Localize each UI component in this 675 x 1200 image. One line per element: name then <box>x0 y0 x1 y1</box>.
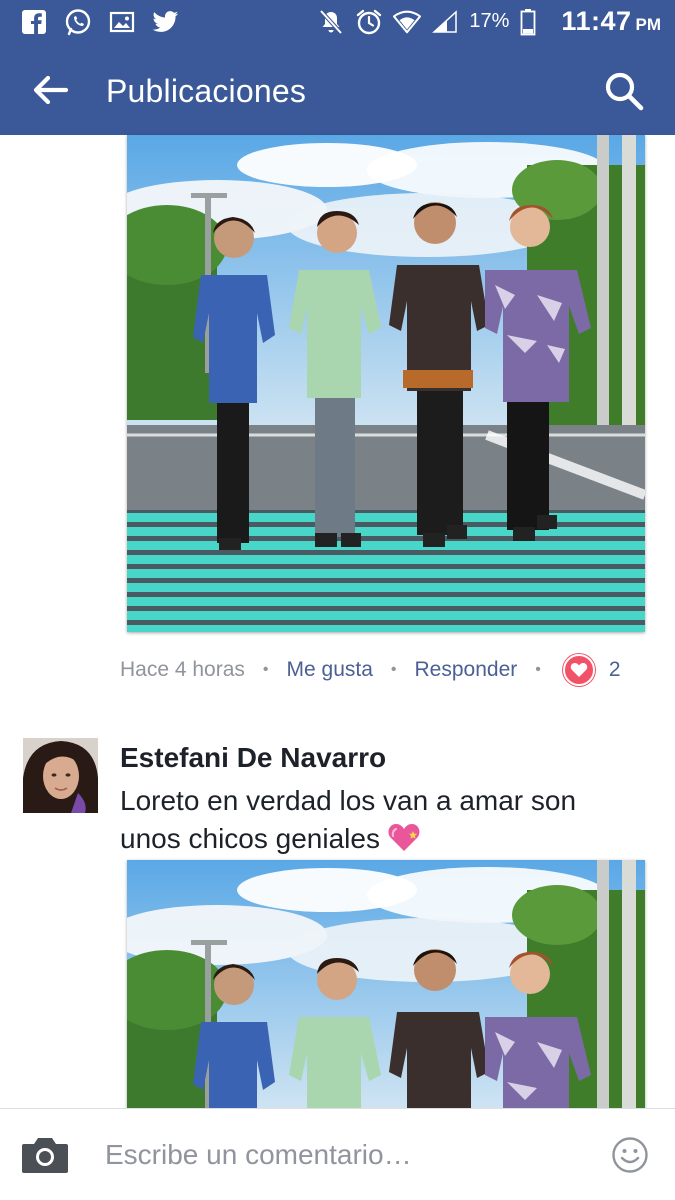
signal-icon <box>431 8 459 36</box>
comment-photo[interactable] <box>127 860 645 1110</box>
separator-dot: • <box>262 661 269 678</box>
comment-composer <box>0 1108 675 1200</box>
clock-ampm: PM <box>635 15 662 34</box>
facebook-icon <box>20 8 48 36</box>
heart-reaction-icon[interactable] <box>562 654 595 686</box>
status-notification-icons <box>20 8 180 36</box>
comment-body: Loreto en verdad los van a amar son unos… <box>120 782 640 862</box>
mute-bell-icon <box>317 8 345 36</box>
like-link[interactable]: Me gusta <box>287 658 373 682</box>
status-bar: 17% 11:47 PM <box>0 0 675 45</box>
search-button[interactable] <box>603 70 645 112</box>
emoji-button[interactable] <box>611 1136 649 1174</box>
arrow-left-icon <box>33 75 69 105</box>
comment-meta-row: Hace 4 horas • Me gusta • Responder • 2 <box>120 654 621 686</box>
page-title: Publicaciones <box>106 73 307 109</box>
whatsapp-icon <box>64 8 92 36</box>
comment-timestamp: Hace 4 horas <box>120 658 245 681</box>
reply-link[interactable]: Responder <box>415 658 518 682</box>
smiley-icon <box>612 1137 648 1173</box>
comment-author[interactable]: Estefani De Navarro <box>120 742 386 774</box>
status-system-icons: 17% 11:47 PM <box>317 6 661 37</box>
app-bar: Publicaciones <box>0 45 675 135</box>
gallery-icon <box>108 8 136 36</box>
twitter-icon <box>152 8 180 36</box>
camera-icon <box>22 1138 68 1173</box>
clock: 11:47 PM <box>561 6 661 37</box>
separator-dot: • <box>535 661 541 678</box>
camera-button[interactable] <box>20 1135 70 1175</box>
separator-dot: • <box>390 661 397 678</box>
search-icon <box>605 72 644 111</box>
avatar[interactable] <box>23 738 98 813</box>
comment-photo[interactable] <box>127 135 645 632</box>
wifi-icon <box>393 8 422 36</box>
sparkling-heart-icon <box>386 822 422 862</box>
clock-time: 11:47 <box>561 6 632 36</box>
reaction-count[interactable]: 2 <box>609 658 621 682</box>
battery-percent: 17% <box>469 10 510 32</box>
comment-text: Loreto en verdad los van a amar son unos… <box>120 785 577 854</box>
back-button[interactable] <box>30 73 70 107</box>
comment-input[interactable] <box>105 1133 585 1177</box>
battery-icon <box>519 8 537 36</box>
alarm-icon <box>355 8 383 36</box>
